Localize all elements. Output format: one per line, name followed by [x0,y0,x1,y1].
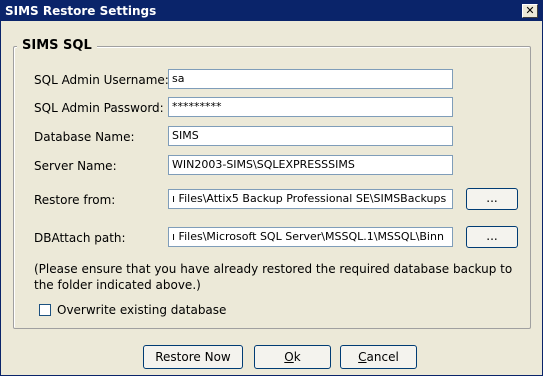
overwrite-label: Overwrite existing database [57,303,227,317]
group-title: SIMS SQL [17,38,97,53]
cancel-mnemonic: C [358,350,367,364]
restore-settings-dialog: SIMS Restore Settings ✕ SIMS SQL SQL Adm… [0,0,543,376]
restore-now-button[interactable]: Restore Now [143,345,243,369]
dbattach-path-input[interactable]: ı Files\Microsoft SQL Server\MSSQL.1\MSS… [168,227,453,247]
ok-button[interactable]: Ok [254,345,331,369]
cancel-label-rest: ancel [366,350,399,364]
window-title: SIMS Restore Settings [5,4,157,18]
database-name-input[interactable]: SIMS [168,126,453,146]
close-button[interactable]: ✕ [522,4,538,18]
close-icon: ✕ [525,4,535,17]
admin-password-input[interactable]: ********* [168,97,453,117]
overwrite-checkbox[interactable] [39,304,51,316]
ok-mnemonic: O [284,350,294,364]
restore-note: (Please ensure that you have already res… [34,262,513,292]
dbattach-path-label: DBAttach path: [34,231,126,245]
server-name-label: Server Name: [34,159,117,173]
cancel-button[interactable]: Cancel [340,345,417,369]
admin-password-label: SQL Admin Password: [34,101,164,115]
admin-username-label: SQL Admin Username: [34,73,169,87]
restore-from-input[interactable]: ı Files\Attix5 Backup Professional SE\SI… [168,189,453,209]
ok-label-rest: k [293,350,301,364]
restore-from-browse-button[interactable]: ... [466,188,518,210]
restore-from-label: Restore from: [34,193,116,207]
dbattach-path-browse-button[interactable]: ... [466,226,518,248]
title-bar: SIMS Restore Settings ✕ [1,1,542,21]
server-name-input[interactable]: WIN2003-SIMS\SQLEXPRESSSIMS [168,155,453,175]
admin-username-input[interactable]: sa [168,69,453,89]
database-name-label: Database Name: [34,130,135,144]
